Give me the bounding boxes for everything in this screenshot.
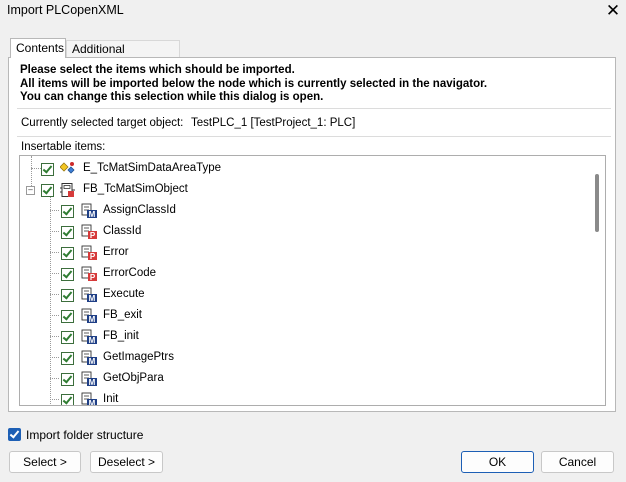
item-checkbox[interactable] [61,373,74,386]
item-checkbox[interactable] [61,268,74,281]
target-value: TestPLC_1 [TestProject_1: PLC] [191,117,356,129]
title-bar: Import PLCopenXML ✕ [0,0,626,22]
svg-text:M: M [89,378,96,387]
method-icon: M [81,308,97,324]
tree-connector [50,273,59,274]
select-button[interactable]: Select > [9,451,81,473]
tree-connector [50,336,59,337]
tree-item[interactable]: – FB_TcMatSimObject [20,181,580,202]
item-checkbox[interactable] [61,205,74,218]
tree-item-label: AssignClassId [103,204,176,216]
tree-item[interactable]: M GetObjPara [20,370,580,391]
deselect-button[interactable]: Deselect > [90,451,163,473]
tree-connector [50,294,59,295]
svg-text:M: M [89,210,96,219]
collapse-icon[interactable]: – [26,186,35,195]
cancel-button[interactable]: Cancel [541,451,614,473]
tree-item[interactable]: P ClassId [20,223,580,244]
divider [17,136,611,137]
tree-connector [50,210,59,211]
tree-item-label: Error [103,246,129,258]
import-folder-label: Import folder structure [26,428,144,442]
tree-item-label: FB_TcMatSimObject [83,183,188,195]
tree-item[interactable]: E_TcMatSimDataAreaType [20,160,580,181]
method-icon: M [81,371,97,387]
tree-connector [50,378,59,379]
tree-connector [50,231,59,232]
item-checkbox[interactable] [61,394,74,405]
tree-item-label: GetImagePtrs [103,351,174,363]
tree-connector [50,399,59,400]
close-icon[interactable]: ✕ [601,0,625,22]
window-title: Import PLCopenXML [7,3,124,17]
tree-connector [50,357,59,358]
tree-item-label: ClassId [103,225,142,237]
tree-item[interactable]: P ErrorCode [20,265,580,286]
tree-item[interactable]: M FB_init [20,328,580,349]
instructions: Please select the items which should be … [20,64,487,105]
method-icon: M [81,203,97,219]
tree-item[interactable]: M AssignClassId [20,202,580,223]
item-checkbox[interactable] [41,163,54,176]
insertable-items-label: Insertable items: [21,141,106,153]
property-icon: P [81,245,97,261]
tree-item-label: Init [103,393,119,405]
tree-item[interactable]: M Execute [20,286,580,307]
tree-item[interactable]: M FB_exit [20,307,580,328]
item-checkbox[interactable] [61,310,74,323]
property-icon: P [81,266,97,282]
instruction-line: All items will be imported below the nod… [20,77,488,90]
target-label: Currently selected target object: [21,117,184,129]
item-checkbox[interactable] [61,226,74,239]
tab-contents[interactable]: Contents [10,38,66,58]
svg-text:P: P [90,231,96,240]
insertable-items-tree[interactable]: E_TcMatSimDataAreaType – FB_TcMatSimObje… [19,155,606,406]
scrollbar-thumb[interactable] [595,174,599,232]
tree-scrollbar[interactable] [588,156,605,405]
tree-item-label: GetObjPara [103,372,164,384]
tree-item-label: FB_init [103,330,139,342]
item-checkbox[interactable] [41,184,54,197]
svg-text:M: M [89,336,96,345]
property-icon: P [81,224,97,240]
tree-item[interactable]: P Error [20,244,580,265]
tab-additional-information[interactable]: Additional information [66,40,180,72]
item-checkbox[interactable] [61,247,74,260]
tree-item-label: Execute [103,288,145,300]
instruction-line: Please select the items which should be … [20,64,295,76]
import-folder-checkbox[interactable] [8,428,21,441]
function-block-icon [60,182,76,198]
item-checkbox[interactable] [61,352,74,365]
tree-item[interactable]: M Init [20,391,580,406]
method-icon: M [81,329,97,345]
method-icon: M [81,392,97,406]
divider [17,108,611,109]
method-icon: M [81,350,97,366]
instruction-line: You can change this selection while this… [20,91,324,103]
item-checkbox[interactable] [61,289,74,302]
svg-text:M: M [89,315,96,324]
method-icon: M [81,287,97,303]
tree-connector [50,315,59,316]
svg-text:M: M [89,399,96,406]
svg-text:P: P [90,252,96,261]
tree-item[interactable]: M GetImagePtrs [20,349,580,370]
enum-icon [59,161,76,177]
svg-text:M: M [89,357,96,366]
svg-text:M: M [89,294,96,303]
svg-text:P: P [90,273,96,282]
ok-button[interactable]: OK [461,451,534,473]
tree-item-label: ErrorCode [103,267,157,279]
tree-item-label: FB_exit [103,309,142,321]
tree-item-label: E_TcMatSimDataAreaType [83,162,222,174]
tree-connector [50,252,59,253]
item-checkbox[interactable] [61,331,74,344]
